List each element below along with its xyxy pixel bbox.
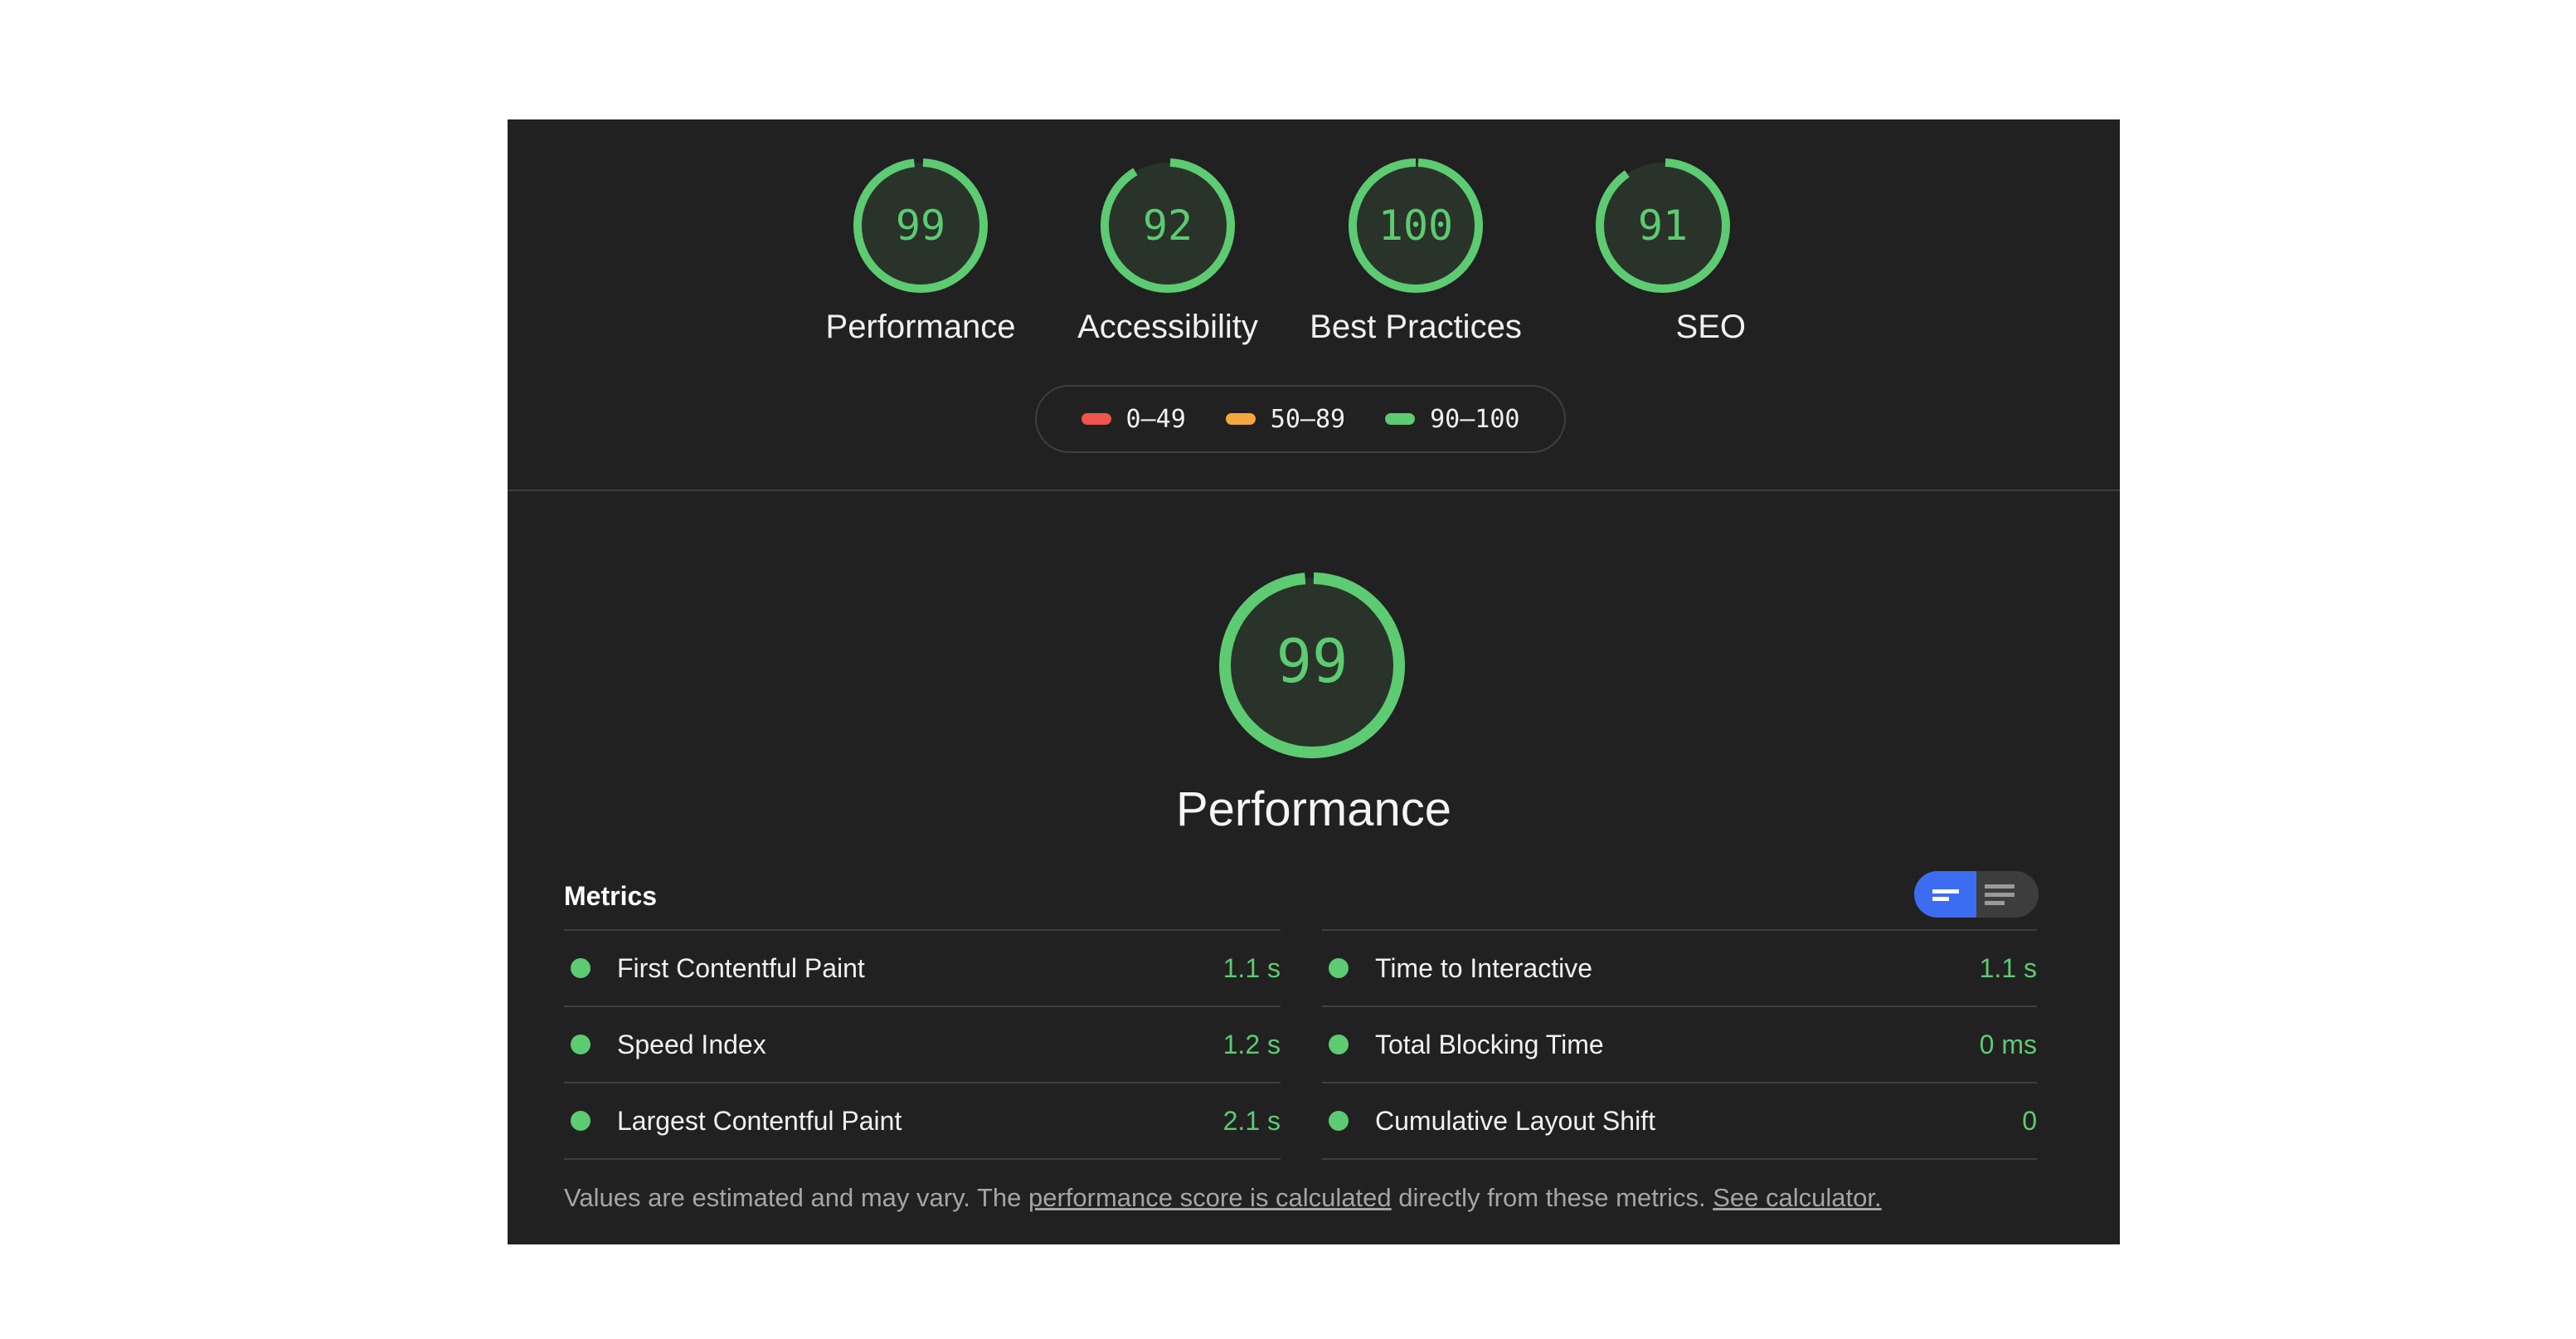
expanded-view-button[interactable] <box>1976 871 2039 918</box>
performance-main-gauge: 99 <box>1188 567 1436 787</box>
category-gauge-accessibility[interactable]: 92 Accessibility <box>1077 154 1258 346</box>
lighthouse-report-panel: 99 Performance 92 Accessibility 100 Best Prac… <box>508 119 2120 1244</box>
pass-status-icon <box>1329 958 1349 978</box>
score-calculation-link[interactable]: performance score is calculated <box>1028 1183 1392 1212</box>
metric-name: Cumulative Layout Shift <box>1375 1105 1655 1136</box>
metric-value: 1.1 s <box>1222 952 1281 983</box>
performance-title: Performance <box>1175 782 1452 836</box>
gauge-svg: 99 <box>853 158 988 293</box>
fail-swatch-icon <box>1081 413 1111 425</box>
category-gauge-performance[interactable]: 99 Performance <box>826 154 1015 346</box>
summary-view-button[interactable] <box>1914 871 1976 918</box>
metric-row: Cumulative Layout Shift 0 <box>1322 1082 2037 1160</box>
metric-name: Total Blocking Time <box>1375 1029 1604 1059</box>
metric-name: Speed Index <box>617 1029 766 1059</box>
pass-status-icon <box>571 1035 591 1054</box>
gauge-score: 99 <box>1276 626 1349 696</box>
metrics-view-toggle[interactable] <box>1914 871 2039 918</box>
metric-row: Time to Interactive 1.1 s <box>1322 929 2037 1005</box>
gauge-svg: 92 <box>1101 158 1235 293</box>
gauge-score: 92 <box>1143 202 1193 250</box>
legend-label: 0–49 <box>1125 404 1186 434</box>
metrics-column-right: Time to Interactive 1.1 s Total Blocking… <box>1322 929 2037 1160</box>
metrics-footnote: Values are estimated and may vary. The p… <box>564 1183 1882 1213</box>
metric-row: Largest Contentful Paint 2.1 s <box>564 1082 1281 1160</box>
pass-swatch-icon <box>1385 413 1416 425</box>
average-swatch-icon <box>1225 413 1256 425</box>
legend-item-pass: 90–100 <box>1385 405 1519 434</box>
gauge-label: Accessibility <box>1077 309 1258 345</box>
legend-label: 90–100 <box>1430 404 1520 434</box>
pass-status-icon <box>571 958 591 978</box>
legend-item-average: 50–89 <box>1225 404 1346 434</box>
pass-status-icon <box>1329 1035 1349 1054</box>
pass-status-icon <box>571 1111 591 1131</box>
metric-row: Total Blocking Time 0 ms <box>1322 1005 2037 1082</box>
metric-value: 0 ms <box>1979 1029 2037 1059</box>
metric-name: Time to Interactive <box>1375 952 1593 983</box>
score-scale-legend: 0–49 50–89 90–100 <box>1035 385 1566 453</box>
footnote-text: directly from these metrics. <box>1391 1183 1713 1212</box>
legend-label: 50–89 <box>1270 404 1346 434</box>
pass-status-icon <box>1329 1111 1349 1131</box>
metric-row: First Contentful Paint 1.1 s <box>564 929 1281 1005</box>
metric-name: First Contentful Paint <box>617 952 865 983</box>
performance-gauge-svg: 99 <box>1219 572 1405 758</box>
category-gauge-best-practices[interactable]: 100 Best Practices <box>1310 154 1522 346</box>
metric-value: 1.1 s <box>1979 952 2037 983</box>
footnote-text: Values are estimated and may vary. The <box>564 1183 1028 1212</box>
gauge-label: SEO <box>1675 309 1746 345</box>
gauge-score: 99 <box>896 202 945 250</box>
metrics-heading: Metrics <box>564 881 658 911</box>
metric-value: 1.2 s <box>1222 1029 1281 1059</box>
legend-item-fail: 0–49 <box>1081 405 1186 434</box>
see-calculator-link[interactable]: See calculator. <box>1713 1183 1881 1212</box>
metric-name: Largest Contentful Paint <box>617 1105 902 1136</box>
category-gauge-seo[interactable]: 91 SEO <box>1580 154 1746 346</box>
metric-row: Speed Index 1.2 s <box>564 1005 1281 1082</box>
metric-value: 2.1 s <box>1222 1105 1281 1136</box>
section-divider <box>508 489 2120 491</box>
metrics-column-left: First Contentful Paint 1.1 s Speed Index… <box>564 929 1281 1160</box>
gauge-label: Best Practices <box>1310 309 1522 345</box>
gauge-label: Performance <box>825 309 1016 345</box>
metric-value: 0 <box>2022 1105 2037 1136</box>
gauge-score: 100 <box>1378 202 1453 250</box>
gauge-svg: 91 <box>1596 158 1730 293</box>
gauge-svg: 100 <box>1349 158 1483 293</box>
gauge-score: 91 <box>1638 202 1688 250</box>
